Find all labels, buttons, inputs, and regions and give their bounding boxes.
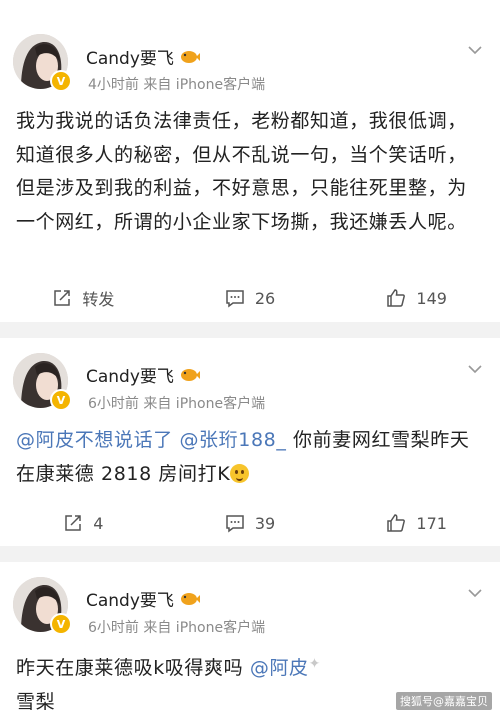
repost-button[interactable]: 转发	[0, 283, 167, 313]
repost-icon	[65, 515, 81, 531]
mention-link[interactable]: @阿皮不想说话了	[16, 429, 173, 451]
pufferfish-icon	[180, 592, 200, 605]
mention-link[interactable]: @张珩188_	[179, 429, 286, 451]
chevron-down-icon[interactable]	[468, 46, 482, 55]
smiley-emoji-icon	[230, 463, 250, 483]
comment-button[interactable]: 39	[167, 508, 334, 538]
verified-badge-icon: V	[50, 613, 72, 635]
weibo-post: V Candy要飞 4小时前 来自 iPhone客户端 我为我说的话负法律责任，…	[0, 0, 500, 322]
post-text: 我为我说的话负法律责任，老粉都知道，我很低调，知道很多人的秘密，但从不乱说一句，…	[16, 105, 482, 239]
post-text-segment: 昨天在康莱德吸k吸得爽吗	[16, 657, 250, 679]
like-count: 149	[416, 288, 447, 308]
repost-button[interactable]: 4	[0, 508, 167, 538]
post-text-segment: 雪梨	[16, 690, 56, 713]
thumbs-up-icon	[387, 289, 406, 307]
chevron-down-icon[interactable]	[468, 365, 482, 374]
user-name[interactable]: Candy要飞	[86, 44, 174, 69]
pufferfish-icon	[180, 50, 200, 63]
user-name-row: Candy要飞	[86, 362, 200, 387]
action-bar: 4 39 171	[0, 508, 500, 538]
mention-link[interactable]: @阿皮	[250, 657, 309, 679]
post-text-segment: 我为我说的话负法律责任，老粉都知道，我很低调，知道很多人的秘密，但从不乱说一句，…	[16, 110, 467, 233]
like-button[interactable]: 149	[333, 283, 500, 313]
chevron-down-icon[interactable]	[468, 589, 482, 598]
comment-button[interactable]: 26	[167, 283, 334, 313]
thumbs-up-icon	[387, 514, 406, 532]
post-text: @阿皮不想说话了 @张珩188_ 你前妻网红雪梨昨天在康莱德 2818 房间打K	[16, 424, 482, 491]
post-meta: 6小时前 来自 iPhone客户端	[88, 620, 266, 636]
action-bar: 转发 26 149	[0, 283, 500, 313]
repost-count: 4	[93, 513, 104, 533]
post-meta: 4小时前 来自 iPhone客户端	[88, 77, 266, 93]
user-name-row: Candy要飞	[86, 44, 200, 69]
weibo-post: V Candy要飞 6小时前 来自 iPhone客户端 @阿皮不想说话了 @张珩…	[0, 338, 500, 546]
sparkle-icon: ✦	[308, 656, 321, 672]
post-meta: 6小时前 来自 iPhone客户端	[88, 396, 266, 412]
pufferfish-icon	[180, 368, 200, 381]
user-name-row: Candy要飞	[86, 586, 200, 611]
like-button[interactable]: 171	[333, 508, 500, 538]
repost-icon	[54, 290, 71, 306]
repost-label: 转发	[82, 290, 115, 309]
comment-icon	[226, 515, 244, 533]
user-name[interactable]: Candy要飞	[86, 362, 174, 387]
comment-count: 39	[254, 513, 276, 533]
verified-badge-icon: V	[50, 70, 72, 92]
verified-badge-icon: V	[50, 389, 72, 411]
user-name[interactable]: Candy要飞	[86, 586, 174, 611]
comment-count: 26	[254, 288, 276, 308]
comment-icon	[226, 290, 244, 308]
watermark: 搜狐号@嘉嘉宝贝	[396, 692, 492, 710]
weibo-post: V Candy要飞 6小时前 来自 iPhone客户端 昨天在康莱德吸k吸得爽吗…	[0, 562, 500, 722]
like-count: 171	[416, 513, 447, 533]
